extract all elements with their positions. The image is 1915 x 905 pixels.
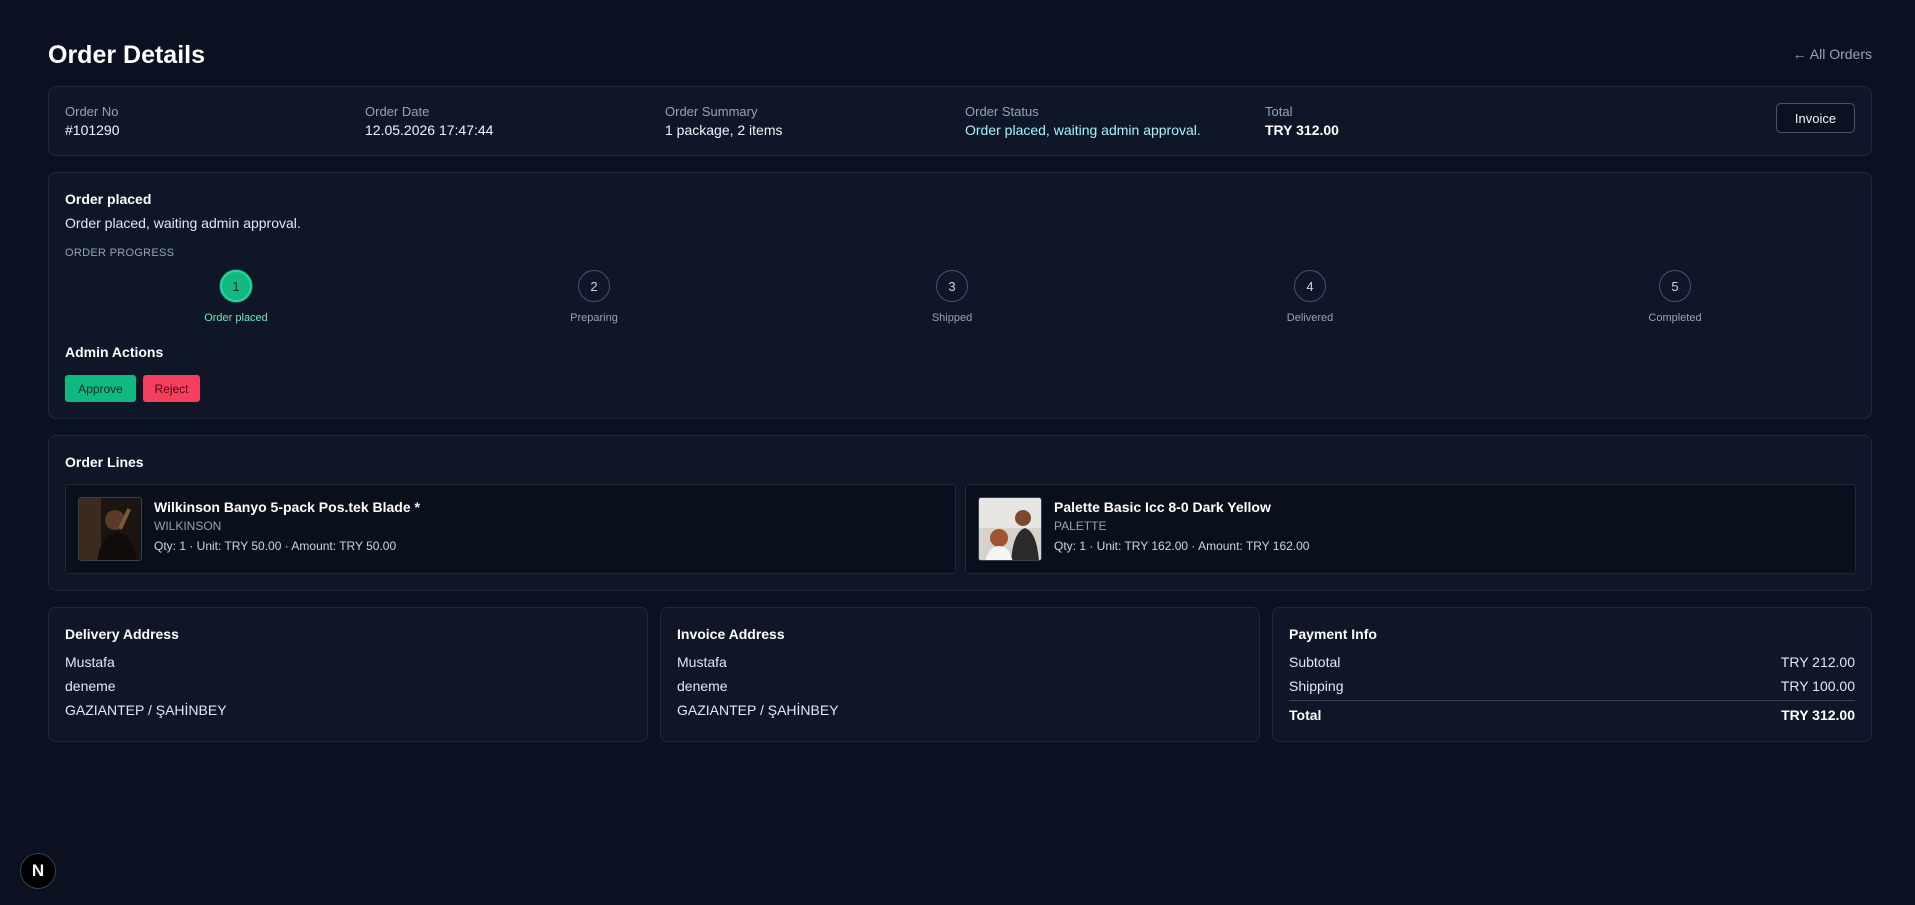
delivery-city: GAZIANTEP / ŞAHİNBEY	[65, 702, 227, 718]
payment-divider	[1289, 700, 1855, 701]
product-name: Wilkinson Banyo 5-pack Pos.tek Blade *	[154, 499, 420, 515]
all-orders-link[interactable]: ← All Orders	[1793, 46, 1872, 62]
step-number: 2	[578, 270, 610, 302]
admin-actions-title: Admin Actions	[65, 344, 164, 360]
step-label: Shipped	[931, 312, 973, 324]
progress-step-3: 3 Shipped	[892, 270, 1012, 324]
payment-info-card: Payment Info Subtotal TRY 212.00 Shippin…	[1272, 607, 1872, 742]
progress-caption: ORDER PROGRESS	[65, 247, 175, 259]
invoice-name: Mustafa	[677, 654, 727, 670]
product-image	[78, 497, 142, 561]
invoice-address-card: Invoice Address Mustafa deneme GAZIANTEP…	[660, 607, 1260, 742]
order-status-field: Order Status Order placed, waiting admin…	[965, 104, 1201, 139]
nextjs-logo-icon[interactable]: N	[20, 853, 56, 889]
progress-step-2: 2 Preparing	[534, 270, 654, 324]
step-label: Completed	[1648, 312, 1702, 324]
approve-button[interactable]: Approve	[65, 375, 136, 402]
shipping-value: TRY 100.00	[1780, 678, 1855, 694]
delivery-address-title: Delivery Address	[65, 626, 179, 642]
progress-step-4: 4 Delivered	[1250, 270, 1370, 324]
step-label: Order placed	[204, 312, 268, 324]
subtotal-label: Subtotal	[1289, 654, 1341, 670]
shipping-row: Shipping TRY 100.00	[1289, 678, 1855, 694]
invoice-button[interactable]: Invoice	[1776, 103, 1855, 133]
shipping-label: Shipping	[1289, 678, 1344, 694]
order-summary-field: Order Summary 1 package, 2 items	[665, 104, 783, 139]
order-lines-card: Order Lines Wilkinson Banyo 5-pack Pos.t…	[48, 435, 1872, 591]
step-label: Preparing	[570, 312, 618, 324]
order-details-page: Order Details ← All Orders Order No #101…	[48, 0, 1872, 742]
order-date-label: Order Date	[365, 104, 430, 119]
order-total-label: Total	[1265, 104, 1293, 119]
progress-title: Order placed	[65, 191, 152, 207]
delivery-address-line: deneme	[65, 678, 116, 694]
reject-button[interactable]: Reject	[143, 375, 200, 402]
total-label: Total	[1289, 707, 1322, 723]
order-progress-card: Order placed Order placed, waiting admin…	[48, 172, 1872, 419]
invoice-city: GAZIANTEP / ŞAHİNBEY	[677, 702, 839, 718]
order-total-value: TRY 312.00	[1265, 122, 1339, 138]
order-date-value: 12.05.2026 17:47:44	[365, 122, 494, 138]
order-status-label: Order Status	[965, 104, 1039, 119]
order-status-value: Order placed, waiting admin approval.	[965, 122, 1201, 138]
order-line-item[interactable]: Palette Basic Icc 8-0 Dark Yellow PALETT…	[965, 484, 1856, 574]
order-summary-label: Order Summary	[665, 104, 758, 119]
step-number: 1	[220, 270, 252, 302]
subtotal-value: TRY 212.00	[1780, 654, 1855, 670]
product-name: Palette Basic Icc 8-0 Dark Yellow	[1054, 499, 1271, 515]
step-number: 5	[1659, 270, 1691, 302]
address-payment-row: Delivery Address Mustafa deneme GAZIANTE…	[48, 607, 1872, 742]
product-brand: PALETTE	[1054, 519, 1107, 533]
progress-step-1: 1 Order placed	[176, 270, 296, 324]
order-no-label: Order No	[65, 104, 119, 119]
progress-step-5: 5 Completed	[1615, 270, 1735, 324]
invoice-address-line: deneme	[677, 678, 728, 694]
total-row: Total TRY 312.00	[1289, 707, 1855, 723]
order-summary-value: 1 package, 2 items	[665, 122, 783, 138]
delivery-name: Mustafa	[65, 654, 115, 670]
product-line-meta: Qty: 1 · Unit: TRY 162.00 · Amount: TRY …	[1054, 539, 1310, 553]
product-image	[978, 497, 1042, 561]
page-header: Order Details ← All Orders	[48, 0, 1872, 86]
order-no-value: #101290	[65, 122, 120, 138]
subtotal-row: Subtotal TRY 212.00	[1289, 654, 1855, 670]
total-value: TRY 312.00	[1781, 707, 1855, 723]
order-total-field: Total TRY 312.00	[1265, 104, 1339, 139]
order-summary-card: Order No #101290 Order Date 12.05.2026 1…	[48, 86, 1872, 156]
order-date-field: Order Date 12.05.2026 17:47:44	[365, 104, 493, 139]
step-label: Delivered	[1286, 312, 1334, 324]
step-number: 4	[1294, 270, 1326, 302]
product-line-meta: Qty: 1 · Unit: TRY 50.00 · Amount: TRY 5…	[154, 539, 397, 553]
step-number: 3	[936, 270, 968, 302]
progress-description: Order placed, waiting admin approval.	[65, 215, 301, 231]
order-line-item[interactable]: Wilkinson Banyo 5-pack Pos.tek Blade * W…	[65, 484, 956, 574]
invoice-address-title: Invoice Address	[677, 626, 785, 642]
product-brand: WILKINSON	[154, 519, 222, 533]
order-no-field: Order No #101290	[65, 104, 120, 139]
delivery-address-card: Delivery Address Mustafa deneme GAZIANTE…	[48, 607, 648, 742]
order-lines-title: Order Lines	[65, 454, 144, 470]
payment-info-title: Payment Info	[1289, 626, 1377, 642]
page-title: Order Details	[48, 41, 206, 69]
